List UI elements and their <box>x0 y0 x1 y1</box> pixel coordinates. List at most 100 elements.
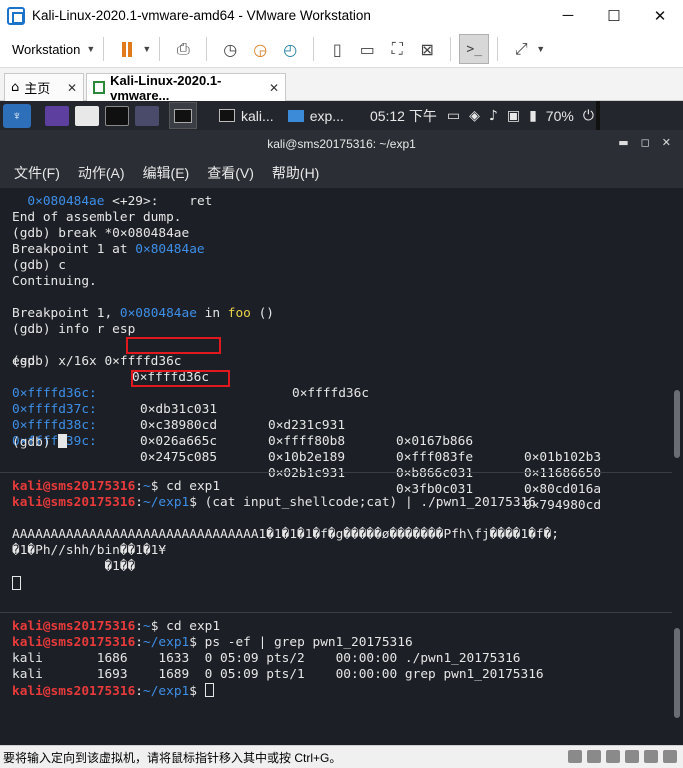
toolbar-divider <box>313 37 315 61</box>
snapshot-icon[interactable]: ◷ <box>215 34 245 64</box>
terminal-pane-ps[interactable]: kali@sms20175316:~$ cd exp1 kali@sms2017… <box>0 612 672 745</box>
status-text: 要将输入定向到该虚拟机，请将鼠标指针移入其中或按 Ctrl+G。 <box>3 750 342 765</box>
screen-icon[interactable]: ▭ <box>447 108 460 124</box>
send-keys-icon[interactable]: ⎙ <box>168 34 198 64</box>
usb-icon[interactable] <box>625 750 639 763</box>
minimize-icon[interactable]: ▬ <box>618 136 628 149</box>
chevron-down-icon[interactable]: ▼ <box>536 44 545 54</box>
menu-help[interactable]: 帮助(H) <box>272 163 319 183</box>
minimize-button[interactable]: ─ <box>545 0 591 31</box>
battery-icon[interactable]: ▮ <box>529 108 537 124</box>
maximize-button[interactable]: ☐ <box>591 0 637 31</box>
close-button[interactable]: ✕ <box>637 0 683 31</box>
toolbar-divider <box>450 37 452 61</box>
power-icon[interactable]: ⏻ <box>583 108 594 124</box>
kali-menu-icon[interactable]: ♆ <box>3 103 31 128</box>
terminal-scrollbar[interactable] <box>672 188 683 745</box>
vm-tab-strip: ⌂ 主页 ✕ Kali-Linux-2020.1-vmware... ✕ <box>0 68 683 103</box>
terminal-prompt-line[interactable]: kali@sms20175316:~/exp1$ <box>12 683 214 699</box>
vm-icon <box>93 81 106 94</box>
sound-icon[interactable] <box>644 750 658 763</box>
vmware-logo-icon <box>7 6 25 25</box>
vmware-toolbar: Workstation ▼ ▼ ⎙ ◷ ◶ ◴ ▯ ▭ ⛶ ⊠ >_ ⤢ ▼ <box>0 31 683 68</box>
terminal-line: Continuing. <box>12 274 97 289</box>
unity-icon[interactable]: ⊠ <box>412 34 442 64</box>
workstation-menu[interactable]: Workstation ▼ <box>12 42 95 57</box>
notification-bell-icon[interactable]: ♪ <box>489 108 498 124</box>
cdrom-icon[interactable] <box>587 750 601 763</box>
maximize-icon[interactable]: ◻ <box>641 136 650 149</box>
tab-home-label: 主页 <box>24 81 51 96</box>
terminal-line: AAAAAAAAAAAAAAAAAAAAAAAAAAAAAAAA1�1�1�1�… <box>12 527 560 542</box>
close-icon[interactable]: ✕ <box>662 136 671 149</box>
terminal-prompt-line[interactable] <box>12 576 21 592</box>
memory-row: 0×ffffd37c: 0×c38980cd 0×ffff80b8 0×fff0… <box>12 402 602 481</box>
memory-row: 0×ffffd39c: 0×2475c085 0×02b1c931 0×3fb0… <box>12 434 602 513</box>
toolbar-divider <box>206 37 208 61</box>
terminal-line: Breakpoint 1, 0×080484ae in foo () <box>12 306 274 321</box>
vmware-titlebar: Kali-Linux-2020.1-vmware-amd64 - VMware … <box>0 0 683 31</box>
workspace-icon[interactable] <box>45 105 69 126</box>
toolbar-divider <box>103 37 105 61</box>
thumbnail-icon[interactable]: ▭ <box>352 34 382 64</box>
home-icon: ⌂ <box>11 80 20 95</box>
task-terminal[interactable]: kali... <box>219 108 274 124</box>
terminal-titlebar: kali@sms20175316: ~/exp1 ▬ ◻ ✕ <box>0 130 683 158</box>
terminal-line: kali@sms20175316:~$ cd exp1 <box>12 619 221 634</box>
console-icon[interactable]: >_ <box>459 34 490 64</box>
terminal-pane-shellcode[interactable]: kali@sms20175316:~$ cd exp1 kali@sms2017… <box>0 472 672 600</box>
menu-action[interactable]: 动作(A) <box>78 163 125 183</box>
chevron-down-icon[interactable]: ▼ <box>142 44 151 54</box>
revert-snapshot-icon[interactable]: ◶ <box>245 34 275 64</box>
sidebar-icon[interactable]: ▯ <box>322 34 352 64</box>
terminal-line: (gdb) info r esp <box>12 322 136 337</box>
close-icon[interactable]: ✕ <box>67 81 77 95</box>
active-terminal-icon[interactable] <box>169 102 197 129</box>
scrollbar-thumb[interactable] <box>674 390 680 458</box>
terminal-line: kali@sms20175316:~/exp1$ ps -ef | grep p… <box>12 635 413 650</box>
cursor <box>58 434 68 448</box>
menu-file[interactable]: 文件(F) <box>14 163 60 183</box>
snapshot-manager-icon[interactable]: ◴ <box>275 34 305 64</box>
terminal-line: esp 0×ffffd36c 0×ffffd36c <box>12 354 370 401</box>
terminal-line: �1�� <box>12 559 136 574</box>
terminal-line: Breakpoint 1 at 0×80484ae <box>12 242 205 257</box>
terminal-icon <box>219 109 235 122</box>
menu-view[interactable]: 查看(V) <box>207 163 254 183</box>
file-manager-icon[interactable] <box>75 105 99 126</box>
terminal-launcher-icon[interactable] <box>105 105 129 126</box>
lock-icon[interactable]: ▣ <box>507 108 520 124</box>
system-tray: ▭ ◈ ♪ ▣ ▮ 70% ⏻ <box>447 108 594 124</box>
terminal-title: kali@sms20175316: ~/exp1 <box>267 137 416 151</box>
network-adapter-icon[interactable] <box>606 750 620 763</box>
stretch-icon[interactable]: ⤢ <box>506 34 536 64</box>
pause-icon[interactable] <box>112 34 142 64</box>
scrollbar-thumb[interactable] <box>674 628 680 718</box>
terminal-line: kali 1693 1689 0 05:09 pts/1 00:00:00 gr… <box>12 667 544 682</box>
workstation-label: Workstation <box>12 41 81 57</box>
device-icons <box>568 750 677 763</box>
terminal-body[interactable]: 0×080484ae <+29>: ret End of assembler d… <box>0 188 672 745</box>
recorder-icon[interactable] <box>135 105 159 126</box>
tab-kali[interactable]: Kali-Linux-2020.1-vmware... ✕ <box>86 73 286 103</box>
terminal-controls: ▬ ◻ ✕ <box>618 136 671 149</box>
terminal-prompt-line[interactable]: (gdb) <box>12 434 68 450</box>
disk-icon[interactable] <box>568 750 582 763</box>
toolbar-divider <box>159 37 161 61</box>
memory-row: 0×ffffd36c: 0×db31c031 0×d231c931 0×0167… <box>12 386 602 465</box>
toolbar-divider <box>497 37 499 61</box>
network-icon[interactable]: ◈ <box>469 108 480 124</box>
menu-edit[interactable]: 编辑(E) <box>143 163 190 183</box>
highlight-box-memory <box>131 370 230 387</box>
close-icon[interactable]: ✕ <box>269 81 279 95</box>
terminal-pane-gdb[interactable]: 0×080484ae <+29>: ret End of assembler d… <box>0 188 672 513</box>
cursor <box>12 576 21 590</box>
memory-row: 0×ffffd38c: 0×026a665c 0×10b2e189 0×b866… <box>12 418 602 497</box>
fullscreen-icon[interactable]: ⛶ <box>382 34 412 64</box>
terminal-line: (gdb) x/16x 0×ffffd36c <box>12 354 182 369</box>
tab-home[interactable]: ⌂ 主页 ✕ <box>4 73 84 101</box>
task-folder[interactable]: exp... <box>287 108 344 124</box>
terminal-line: (gdb) c <box>12 258 66 273</box>
clock[interactable]: 05:12 下午 <box>370 106 437 126</box>
display-icon[interactable] <box>663 750 677 763</box>
